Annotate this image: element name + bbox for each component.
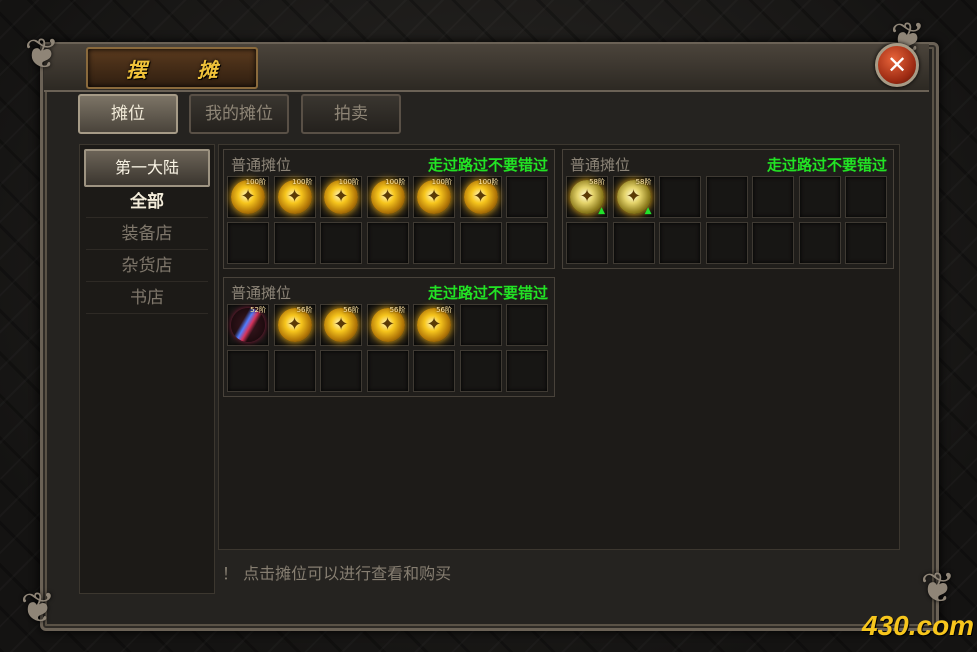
item-slot[interactable]: ✦ 100阶 xyxy=(366,176,409,218)
hint-text: ！ 点击摊位可以进行查看和购买 xyxy=(222,564,452,583)
category-sidebar: 第一大陆 全部 装备店 杂货店 书店 xyxy=(79,144,215,594)
item-slot[interactable] xyxy=(413,222,455,264)
item-slot[interactable] xyxy=(320,222,362,264)
upgrade-arrow-icon: ▲ xyxy=(598,206,605,216)
item-slot[interactable] xyxy=(566,222,608,264)
item-slot[interactable]: ✦ 100阶 xyxy=(273,176,316,218)
tab-auction[interactable]: 拍卖 xyxy=(301,94,401,134)
item-slot[interactable] xyxy=(845,176,887,218)
flame-ornament-icon: ❦ xyxy=(920,563,956,612)
stall-slogan: 走过路过不要错过 xyxy=(427,284,548,302)
item-slot[interactable] xyxy=(506,350,548,392)
item-slot[interactable] xyxy=(659,222,701,264)
item-slot[interactable] xyxy=(227,222,269,264)
item-slot[interactable] xyxy=(459,222,502,264)
item-slot[interactable] xyxy=(798,222,841,264)
flame-ornament-icon: ❦ xyxy=(20,583,56,632)
item-level-badge: 56阶 xyxy=(389,306,406,314)
item-slot[interactable] xyxy=(459,350,502,392)
item-slot[interactable] xyxy=(506,176,548,218)
item-slot[interactable]: ✦ 100阶 xyxy=(320,176,362,218)
category-general-store[interactable]: 杂货店 xyxy=(86,251,208,282)
item-slot[interactable] xyxy=(506,222,548,264)
item-level-badge: 56阶 xyxy=(436,306,452,314)
stall-name: 普通摊位 xyxy=(231,284,292,302)
watermark-text: 430.com xyxy=(862,610,975,641)
item-slot[interactable] xyxy=(506,304,548,346)
title-plate: 摆 摊 xyxy=(86,47,258,89)
stall-card[interactable]: 普通摊位 走过路过不要错过 ✦ 58阶 ▲ ✦ 58阶 ▲ xyxy=(562,149,894,269)
item-level-badge: 58阶 xyxy=(635,178,652,186)
item-slot[interactable] xyxy=(273,350,316,392)
stall-name: 普通摊位 xyxy=(231,156,292,174)
item-slot[interactable] xyxy=(705,222,748,264)
item-slot[interactable]: ✦ 100阶 xyxy=(227,176,269,218)
item-slot[interactable]: ✦ 100阶 xyxy=(413,176,455,218)
item-slot[interactable] xyxy=(752,176,794,218)
item-slot[interactable]: ✦ 56阶 xyxy=(366,304,409,346)
item-slot[interactable] xyxy=(705,176,748,218)
item-slot[interactable] xyxy=(798,176,841,218)
item-slot[interactable] xyxy=(366,222,409,264)
stall-card[interactable]: 普通摊位 走过路过不要错过 52阶 ✦ 56阶 ✦ 56阶 ✦ 56阶 ✦ 56阶 xyxy=(223,277,555,397)
tab-stalls[interactable]: 摊位 xyxy=(78,94,178,134)
item-level-badge: 100阶 xyxy=(338,178,359,186)
item-slot[interactable] xyxy=(413,350,455,392)
close-button[interactable]: ✕ xyxy=(875,43,919,87)
item-slot[interactable] xyxy=(273,222,316,264)
item-slot[interactable] xyxy=(845,222,887,264)
item-slot[interactable]: ✦ 58阶 ▲ xyxy=(566,176,608,218)
item-slot[interactable]: 52阶 xyxy=(227,304,269,346)
close-icon: ✕ xyxy=(886,51,908,79)
item-level-badge: 56阶 xyxy=(343,306,359,314)
item-slot[interactable]: ✦ 56阶 xyxy=(273,304,316,346)
item-slot[interactable]: ✦ 58阶 ▲ xyxy=(612,176,655,218)
item-level-badge: 100阶 xyxy=(478,178,499,186)
item-level-badge: 56阶 xyxy=(296,306,313,314)
window-title: 摆 摊 xyxy=(126,57,240,82)
upgrade-arrow-icon: ▲ xyxy=(644,206,652,216)
stall-slogan: 走过路过不要错过 xyxy=(766,156,887,174)
site-logo: 430.com xyxy=(862,610,974,642)
stall-name: 普通摊位 xyxy=(570,156,631,174)
item-slot[interactable] xyxy=(320,350,362,392)
item-level-badge: 100阶 xyxy=(245,178,266,186)
item-level-badge: 100阶 xyxy=(385,178,406,186)
item-slot[interactable]: ✦ 56阶 xyxy=(413,304,455,346)
item-slot[interactable] xyxy=(227,350,269,392)
item-slot[interactable]: ✦ 56阶 xyxy=(320,304,362,346)
item-level-badge: 52阶 xyxy=(250,306,266,314)
stall-slogan: 走过路过不要错过 xyxy=(427,156,548,174)
item-slot[interactable] xyxy=(459,304,502,346)
item-grid: 52阶 ✦ 56阶 ✦ 56阶 ✦ 56阶 ✦ 56阶 xyxy=(227,304,548,392)
stall-card[interactable]: 普通摊位 走过路过不要错过 ✦ 100阶 ✦ 100阶 ✦ 100阶 ✦ 100阶 ✦ 100阶 ✦… xyxy=(223,149,555,269)
item-grid: ✦ 58阶 ▲ ✦ 58阶 ▲ xyxy=(566,176,887,264)
category-book-shop[interactable]: 书店 xyxy=(86,283,208,314)
stall-list: 普通摊位 走过路过不要错过 ✦ 100阶 ✦ 100阶 ✦ 100阶 ✦ 100阶 ✦ 100阶 ✦… xyxy=(218,144,900,550)
tab-my-stall[interactable]: 我的摊位 xyxy=(189,94,289,134)
item-slot[interactable] xyxy=(366,350,409,392)
item-slot[interactable] xyxy=(659,176,701,218)
item-grid: ✦ 100阶 ✦ 100阶 ✦ 100阶 ✦ 100阶 ✦ 100阶 ✦ 100阶 xyxy=(227,176,548,264)
item-level-badge: 100阶 xyxy=(292,178,313,186)
item-level-badge: 100阶 xyxy=(431,178,452,186)
item-level-badge: 58阶 xyxy=(589,178,605,186)
item-slot[interactable] xyxy=(612,222,655,264)
region-button[interactable]: 第一大陆 xyxy=(84,149,210,187)
item-slot[interactable]: ✦ 100阶 xyxy=(459,176,502,218)
dragon-ornament-icon: ❦ xyxy=(24,29,60,78)
item-slot[interactable] xyxy=(752,222,794,264)
category-equipment-shop[interactable]: 装备店 xyxy=(86,219,208,250)
category-all[interactable]: 全部 xyxy=(86,187,208,218)
